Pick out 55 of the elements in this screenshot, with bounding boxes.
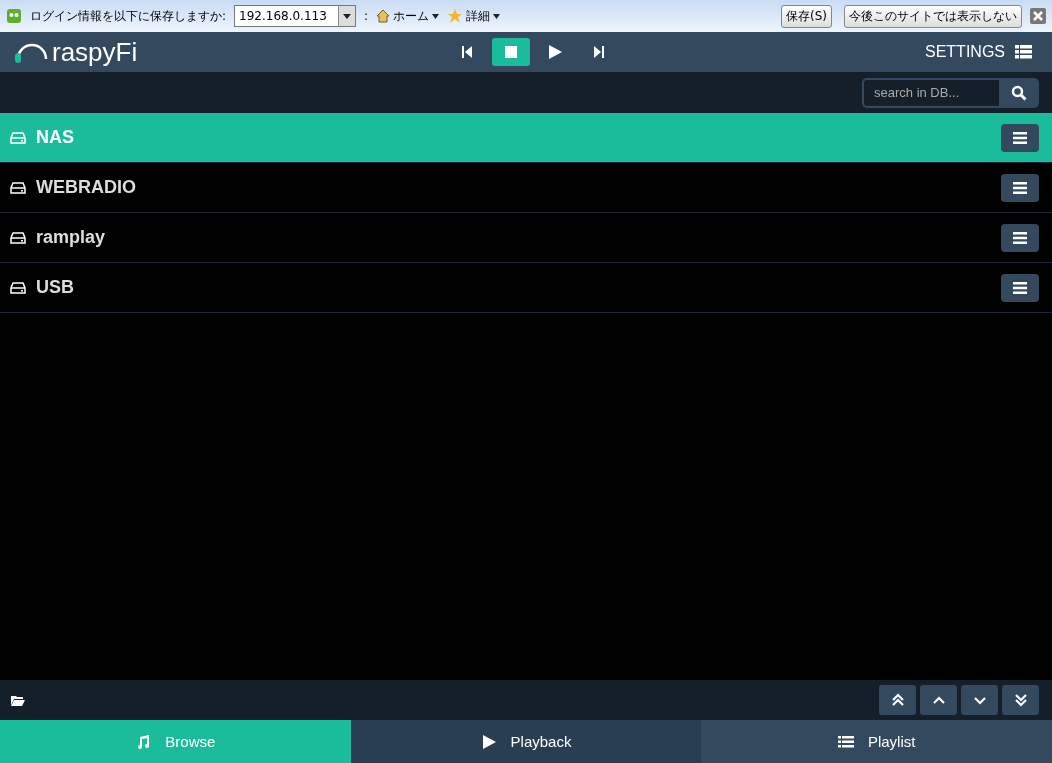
double-chevron-up-icon <box>890 693 905 707</box>
house-icon <box>376 9 391 23</box>
drive-icon <box>10 231 26 244</box>
scroll-top-button[interactable] <box>879 685 916 715</box>
nav-tab[interactable]: Playback <box>350 720 702 763</box>
play-icon <box>547 44 563 60</box>
menu-link[interactable]: ホーム <box>376 7 440 25</box>
double-chevron-down-icon <box>1013 693 1028 707</box>
source-name: USB <box>36 277 74 298</box>
menu-link[interactable]: 詳細 <box>447 7 501 25</box>
skip-back-icon <box>459 44 475 60</box>
list-icon <box>1015 45 1032 59</box>
separator-text: : <box>364 9 369 23</box>
source-name: ramplay <box>36 227 106 248</box>
prompt-button[interactable]: 保存(S) <box>781 4 832 28</box>
drive-icon <box>10 131 26 144</box>
prompt-text: ログイン情報を以下に保存しますか: <box>30 7 227 25</box>
robot-icon <box>6 8 22 24</box>
search-icon <box>1011 84 1027 101</box>
drive-icon <box>10 181 26 194</box>
music-note-icon <box>135 733 152 750</box>
menu-button[interactable] <box>1001 223 1039 252</box>
caret-icon <box>343 13 352 19</box>
search-field[interactable]: search in DB... <box>862 77 999 108</box>
menu-button[interactable] <box>1001 173 1039 202</box>
menu-icon <box>1013 181 1027 194</box>
scroll-up-button[interactable] <box>920 685 957 715</box>
menu-button[interactable] <box>1001 123 1039 152</box>
stop-icon <box>503 44 519 60</box>
scroll-down-button[interactable] <box>961 685 998 715</box>
settings-button[interactable]: SETTINGS <box>919 42 1038 62</box>
site-dropdown[interactable]: 192.168.0.113 <box>234 5 357 27</box>
list-icon <box>837 733 854 750</box>
prompt-button[interactable]: 今後このサイトでは表示しない <box>844 4 1022 28</box>
source-row[interactable]: WEBRADIO <box>0 163 1052 213</box>
nav-tab[interactable]: Playlist <box>701 720 1052 763</box>
menu-icon <box>1013 231 1027 244</box>
source-row[interactable]: USB <box>0 263 1052 313</box>
play-icon <box>480 733 497 750</box>
skip-forward-icon <box>591 44 607 60</box>
drive-icon <box>10 281 26 294</box>
search-button[interactable] <box>999 77 1039 108</box>
source-name: WEBRADIO <box>36 177 136 198</box>
source-row[interactable]: ramplay <box>0 213 1052 263</box>
logo[interactable]: raspyFi <box>14 36 434 68</box>
star-icon <box>447 9 464 23</box>
menu-button[interactable] <box>1001 273 1039 302</box>
source-name: NAS <box>36 127 74 148</box>
close-icon[interactable] <box>1030 8 1046 24</box>
folder-icon <box>11 694 25 706</box>
caret-icon <box>432 13 440 19</box>
menu-icon <box>1013 281 1027 294</box>
caret-icon <box>493 13 501 19</box>
scroll-bottom-button[interactable] <box>1002 685 1039 715</box>
menu-icon <box>1013 131 1027 144</box>
